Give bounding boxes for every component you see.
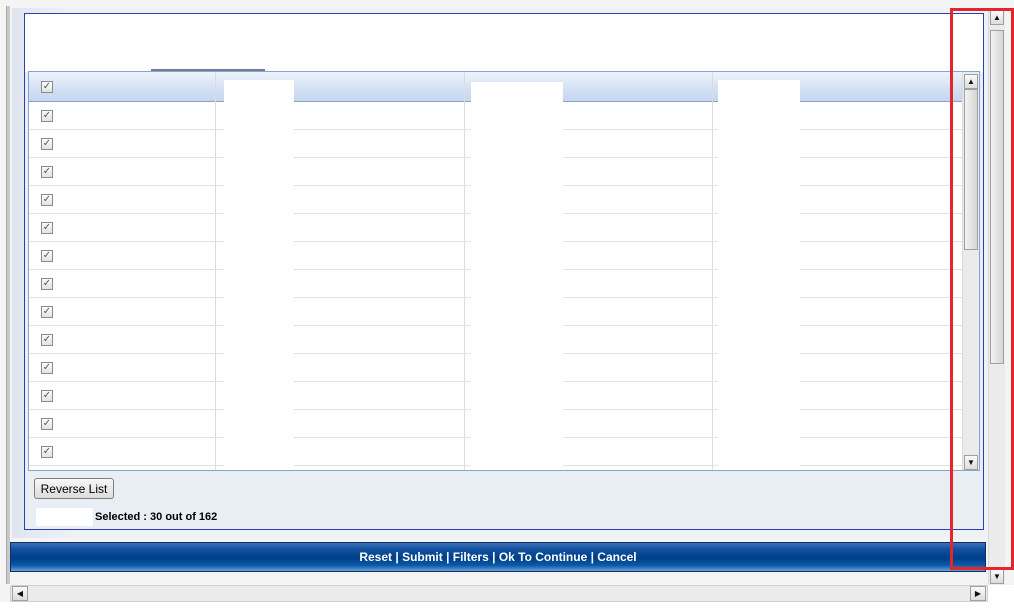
- separator: |: [392, 550, 403, 564]
- selection-count: Selected : 30 out of 162: [95, 511, 218, 523]
- check-icon: ✓: [42, 222, 52, 233]
- page-vertical-scrollbar[interactable]: ▲ ▼: [988, 8, 1005, 585]
- arrow-up-icon[interactable]: ▲: [990, 10, 1004, 25]
- row-checkbox[interactable]: ✓: [41, 166, 53, 178]
- reverse-list-button[interactable]: Reverse List: [34, 478, 114, 499]
- header-column-3[interactable]: [713, 72, 962, 102]
- filters-link[interactable]: Filters: [453, 550, 489, 564]
- header-column-2[interactable]: [465, 72, 713, 102]
- row-checkbox[interactable]: ✓: [41, 306, 53, 318]
- row-checkbox[interactable]: ✓: [41, 222, 53, 234]
- redacted-column-1: [224, 102, 294, 470]
- grid-header: ✓: [29, 72, 962, 102]
- action-bar: Reset | Submit | Filters | Ok To Continu…: [10, 542, 986, 572]
- redacted-column-3: [718, 102, 800, 470]
- redacted-header-2: [471, 82, 563, 102]
- separator: |: [488, 550, 499, 564]
- check-icon: ✓: [42, 81, 52, 92]
- row-checkbox[interactable]: ✓: [41, 138, 53, 150]
- redacted-header-1: [224, 80, 294, 102]
- row-checkbox[interactable]: ✓: [41, 110, 53, 122]
- arrow-up-icon[interactable]: ▲: [964, 74, 978, 89]
- check-icon: ✓: [42, 194, 52, 205]
- check-icon: ✓: [42, 418, 52, 429]
- reset-link[interactable]: Reset: [359, 550, 392, 564]
- check-icon: ✓: [42, 306, 52, 317]
- page-horizontal-scrollbar[interactable]: ◀ ▶: [10, 585, 988, 602]
- submit-link[interactable]: Submit: [402, 550, 443, 564]
- arrow-right-icon[interactable]: ▶: [970, 586, 986, 601]
- row-checkbox[interactable]: ✓: [41, 446, 53, 458]
- check-icon: ✓: [42, 110, 52, 121]
- separator: |: [442, 550, 453, 564]
- arrow-down-icon[interactable]: ▼: [990, 569, 1004, 584]
- dialog-window: ✓ ✓ ✓ ✓ ✓ ✓ ✓ ✓ ✓ ✓ ✓ ✓ ✓ ✓ ▲ ▼ Reverse List Selecte…: [0, 0, 1014, 611]
- redacted-selection-label: [36, 508, 93, 526]
- page-scroll-thumb[interactable]: [990, 30, 1004, 364]
- check-icon: ✓: [42, 446, 52, 457]
- header-column-1[interactable]: [216, 72, 465, 102]
- check-icon: ✓: [42, 362, 52, 373]
- row-checkbox[interactable]: ✓: [41, 194, 53, 206]
- header-area: [25, 14, 983, 72]
- arrow-left-icon[interactable]: ◀: [12, 586, 28, 601]
- check-icon: ✓: [42, 250, 52, 261]
- selection-grid: ✓ ✓ ✓ ✓ ✓ ✓ ✓ ✓ ✓ ✓ ✓ ✓ ✓ ✓ ▲ ▼: [28, 71, 980, 471]
- row-checkbox[interactable]: ✓: [41, 418, 53, 430]
- window-left-edge: [6, 6, 10, 584]
- arrow-down-icon[interactable]: ▼: [964, 455, 978, 470]
- grid-scroll-thumb[interactable]: [964, 89, 978, 250]
- cancel-link[interactable]: Cancel: [597, 550, 636, 564]
- check-icon: ✓: [42, 166, 52, 177]
- check-icon: ✓: [42, 278, 52, 289]
- scroll-corner: [988, 585, 1014, 602]
- row-checkbox[interactable]: ✓: [41, 250, 53, 262]
- header-select-column[interactable]: ✓: [29, 72, 216, 102]
- grid-vertical-scrollbar[interactable]: ▲ ▼: [962, 72, 979, 470]
- separator: |: [587, 550, 598, 564]
- redacted-header-3: [718, 80, 800, 102]
- select-all-checkbox[interactable]: ✓: [41, 81, 53, 93]
- row-checkbox[interactable]: ✓: [41, 362, 53, 374]
- check-icon: ✓: [42, 334, 52, 345]
- row-checkbox[interactable]: ✓: [41, 334, 53, 346]
- check-icon: ✓: [42, 138, 52, 149]
- redacted-column-2: [471, 102, 563, 470]
- check-icon: ✓: [42, 390, 52, 401]
- row-checkbox[interactable]: ✓: [41, 278, 53, 290]
- ok-to-continue-link[interactable]: Ok To Continue: [499, 550, 587, 564]
- row-checkbox[interactable]: ✓: [41, 390, 53, 402]
- bottom-strip: [0, 602, 1014, 611]
